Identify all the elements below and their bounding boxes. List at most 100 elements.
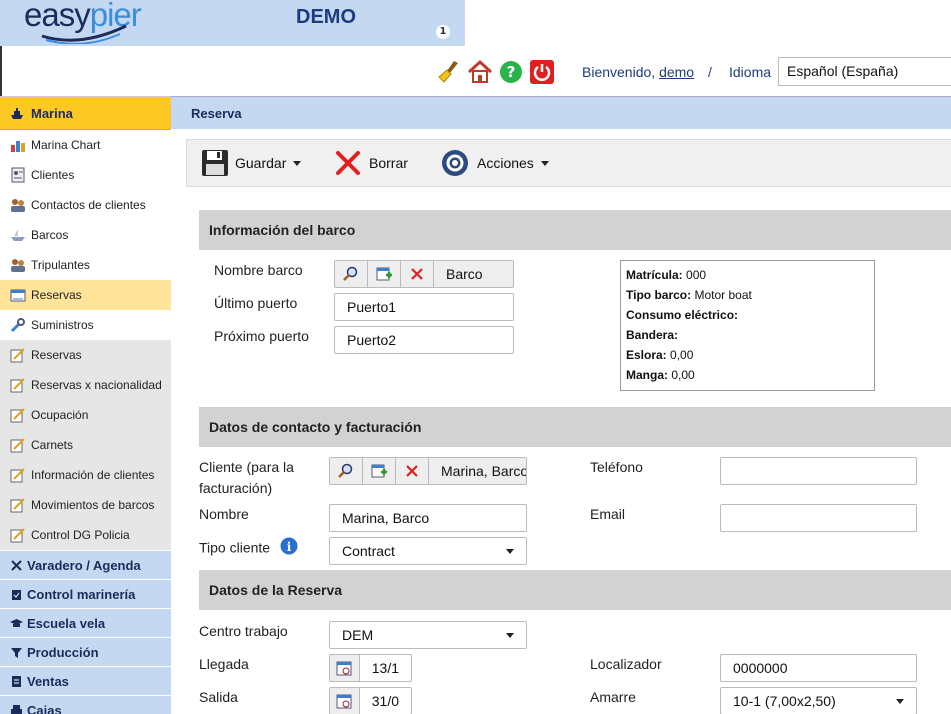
sidebar-report-carnets[interactable]: Carnets — [0, 430, 171, 460]
header-tools: ? — [436, 58, 560, 86]
boat-info-panel: Matrícula: 000 Tipo barco: Motor boat Co… — [620, 260, 875, 391]
arrival-date-field[interactable]: 13/1 — [329, 654, 412, 682]
sidebar-item-barcos[interactable]: Barcos — [0, 220, 171, 250]
boat-icon — [10, 227, 26, 243]
sidebar-report-reservas[interactable]: Reservas — [0, 340, 171, 370]
language-select[interactable]: Español (España) — [778, 57, 951, 86]
sidebar: Marina Marina Chart Clientes Contactos d… — [0, 96, 171, 714]
user-link[interactable]: demo — [659, 64, 694, 80]
delete-button[interactable]: Borrar — [335, 148, 408, 178]
sidebar-report-ocupacion[interactable]: Ocupación — [0, 400, 171, 430]
header-logo-area: easypier DEMO 1 — [0, 0, 465, 46]
client-lookup: Marina, Barco — [329, 457, 527, 485]
calendar-icon[interactable] — [330, 655, 360, 681]
main-content: Información del barco Nombre barco Barco… — [186, 195, 951, 714]
locator-input[interactable]: 0000000 — [720, 654, 917, 682]
gear-icon — [441, 149, 469, 177]
sidebar-report-policia[interactable]: Control DG Policia — [0, 520, 171, 550]
section-header-reservation: Datos de la Reserva — [199, 570, 951, 610]
client-type-select[interactable]: Contract — [329, 537, 527, 565]
berth-label: Amarre — [590, 689, 636, 705]
notification-badge[interactable]: 1 — [436, 25, 450, 39]
ship-icon — [10, 106, 26, 120]
sidebar-group-produccion[interactable]: Producción — [0, 637, 171, 666]
info-flag: Bandera: — [626, 328, 679, 342]
help-icon[interactable]: ? — [498, 59, 524, 85]
sidebar-group-marineria[interactable]: Control marinería — [0, 579, 171, 608]
calendar-icon[interactable] — [330, 688, 360, 714]
sidebar-item-tripulantes[interactable]: Tripulantes — [0, 250, 171, 280]
clear-icon[interactable] — [401, 261, 434, 287]
name-input[interactable]: Marina, Barco — [329, 504, 527, 532]
info-icon[interactable]: i — [280, 537, 298, 561]
work-center-label: Centro trabajo — [199, 623, 288, 639]
sidebar-item-reservas[interactable]: Reservas — [0, 280, 171, 310]
section-header-boat: Información del barco — [199, 210, 951, 250]
last-port-input[interactable]: Puerto1 — [334, 293, 514, 321]
supplies-icon — [10, 317, 26, 333]
sidebar-report-nacionalidad[interactable]: Reservas x nacionalidad — [0, 370, 171, 400]
contacts-icon — [10, 197, 26, 213]
welcome-text: Bienvenido, demo — [582, 64, 695, 80]
sidebar-group-escuela[interactable]: Escuela vela — [0, 608, 171, 637]
register-icon — [10, 704, 23, 714]
departure-label: Salida — [199, 689, 238, 705]
client-type-label: Tipo cliente i — [199, 537, 298, 561]
floppy-icon — [201, 149, 229, 177]
clipboard-icon — [10, 588, 23, 601]
broom-icon[interactable] — [436, 59, 462, 85]
sidebar-item-marina-chart[interactable]: Marina Chart — [0, 130, 171, 160]
phone-label: Teléfono — [590, 459, 643, 475]
document-icon — [10, 675, 23, 688]
work-center-select[interactable]: DEM — [329, 621, 527, 649]
search-icon[interactable] — [330, 458, 363, 484]
info-beam: Eslora: 0,00 — [626, 348, 694, 362]
close-icon — [335, 150, 361, 176]
power-icon[interactable] — [529, 59, 555, 85]
clear-icon[interactable] — [396, 458, 429, 484]
crew-icon — [10, 257, 26, 273]
filter-icon — [10, 646, 23, 659]
boat-lookup: Barco — [334, 260, 514, 288]
berth-select[interactable]: 10-1 (7,00x2,50) — [720, 687, 917, 714]
arrival-label: Llegada — [199, 656, 249, 672]
sidebar-item-clientes[interactable]: Clientes — [0, 160, 171, 190]
next-port-label: Próximo puerto — [214, 328, 309, 344]
sidebar-group-varadero[interactable]: Varadero / Agenda — [0, 550, 171, 579]
sidebar-head-marina[interactable]: Marina — [0, 97, 171, 130]
email-input[interactable] — [720, 504, 917, 532]
chart-icon — [10, 137, 26, 153]
save-button[interactable]: Guardar — [201, 148, 302, 178]
tab-reserva[interactable]: Reserva — [191, 106, 242, 121]
search-icon[interactable] — [335, 261, 368, 287]
report-icon — [10, 527, 26, 543]
sidebar-group-ventas[interactable]: Ventas — [0, 666, 171, 695]
report-icon — [10, 347, 26, 363]
sidebar-report-info-clientes[interactable]: Información de clientes — [0, 460, 171, 490]
add-icon[interactable] — [368, 261, 401, 287]
sidebar-report-movimientos[interactable]: Movimientos de barcos — [0, 490, 171, 520]
chevron-down-icon — [540, 160, 549, 166]
header-divider — [0, 46, 2, 96]
sidebar-item-suministros[interactable]: Suministros — [0, 310, 171, 340]
language-label: Idioma — [729, 64, 772, 80]
boat-name-value: Barco — [446, 266, 483, 282]
sidebar-group-cajas[interactable]: Cajas — [0, 695, 171, 714]
locator-label: Localizador — [590, 656, 662, 672]
departure-date-field[interactable]: 31/0 — [329, 687, 412, 714]
report-icon — [10, 467, 26, 483]
phone-input[interactable] — [720, 457, 917, 485]
last-port-label: Último puerto — [214, 295, 298, 311]
add-icon[interactable] — [363, 458, 396, 484]
reservations-icon — [10, 287, 26, 303]
actions-button[interactable]: Acciones — [441, 148, 549, 178]
sidebar-item-contactos[interactable]: Contactos de clientes — [0, 190, 171, 220]
graduation-icon — [10, 617, 23, 630]
report-icon — [10, 497, 26, 513]
report-icon — [10, 407, 26, 423]
tab-bar: Reserva — [171, 96, 951, 129]
section-header-contact: Datos de contacto y facturación — [199, 407, 951, 447]
home-icon[interactable] — [467, 59, 493, 85]
next-port-input[interactable]: Puerto2 — [334, 326, 514, 354]
boat-name-label: Nombre barco — [214, 262, 303, 278]
